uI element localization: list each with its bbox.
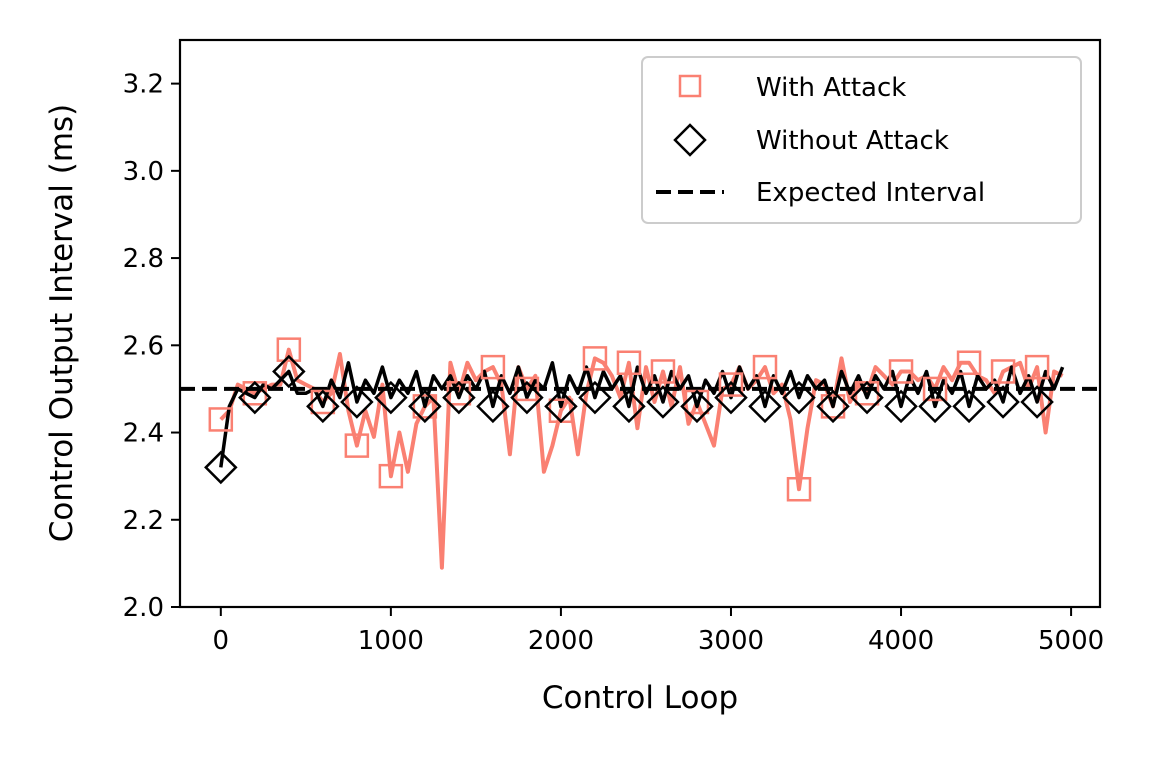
chart: 0 1000 2000 3000 4000 5000 2.0 2.2 2.4 2.6 2.8 3.0… [0,0,1152,768]
x-tick-label: 1000 [358,626,424,656]
y-tick-label: 2.2 [123,506,164,536]
legend: With Attack Without Attack Expected Inte… [641,56,1082,224]
y-tick-label: 2.0 [123,593,164,623]
y-tick-label: 3.2 [123,70,164,100]
legend-expected-interval-label: Expected Interval [756,178,985,208]
x-tick-label: 3000 [698,626,764,656]
y-tick-label: 2.8 [123,244,164,274]
x-tick-label: 4000 [868,626,934,656]
x-axis-label: Control Loop [542,680,738,716]
legend-with-attack-label: With Attack [756,73,906,103]
x-tick-label: 2000 [528,626,594,656]
x-tick-label: 0 [213,626,230,656]
y-tick-label: 2.6 [123,331,164,361]
y-tick-label: 2.4 [123,419,164,449]
y-tick-label: 3.0 [123,157,164,187]
x-tick-label: 5000 [1038,626,1104,656]
y-axis-label: Control Output Interval (ms) [44,104,80,543]
legend-without-attack-label: Without Attack [756,126,949,156]
